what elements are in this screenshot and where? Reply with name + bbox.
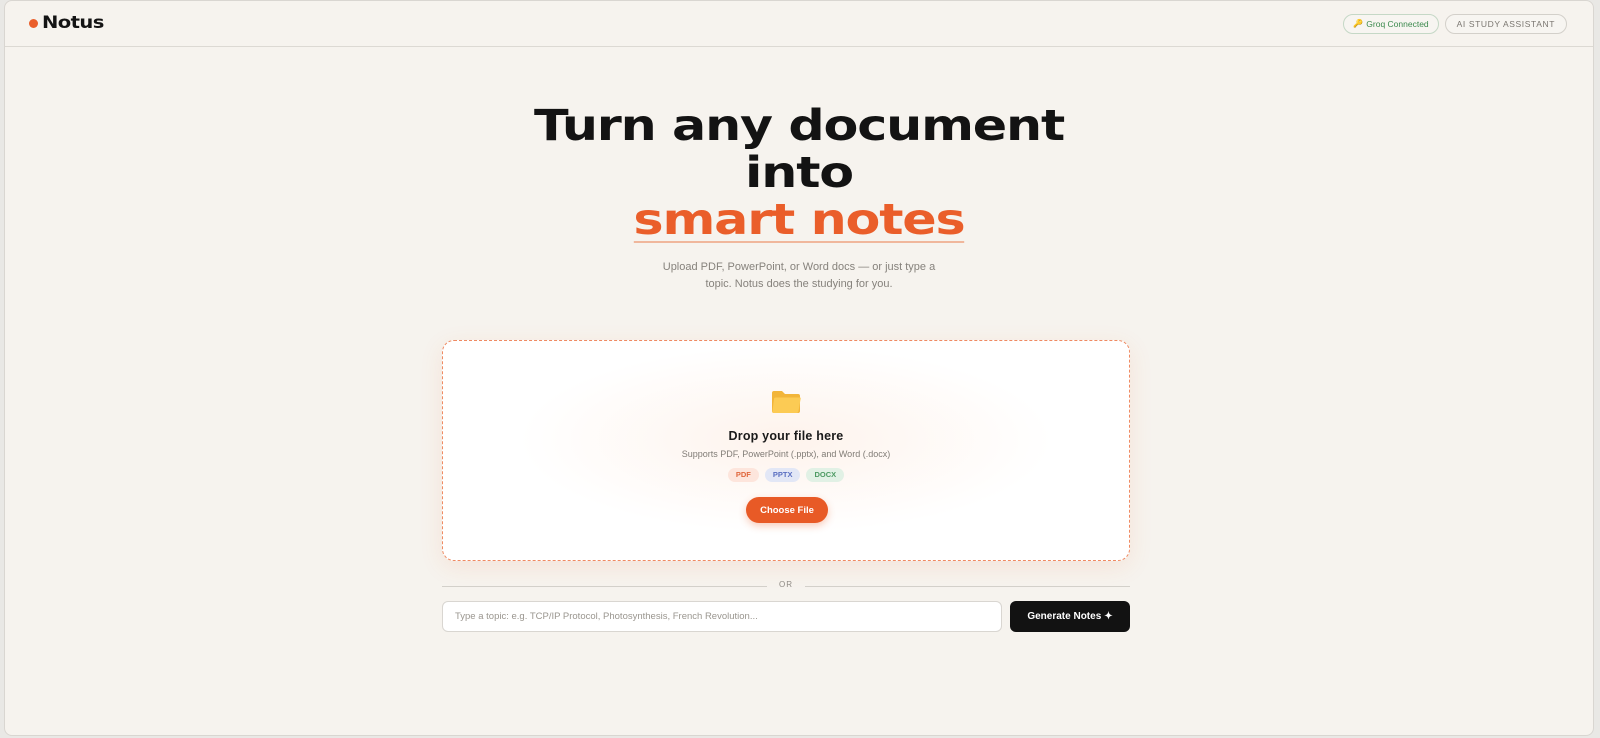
brand-name: Notus [42,13,104,33]
topic-input[interactable] [442,601,1002,632]
pptx-badge: PPTX [764,468,801,482]
header-pills: 🔑 Groq Connected AI STUDY ASSISTANT [1343,14,1567,34]
key-icon: 🔑 [1353,19,1364,28]
pdf-badge: PDF [727,468,759,482]
ai-study-assistant-badge: AI STUDY ASSISTANT [1444,14,1567,34]
file-dropzone[interactable]: Drop your file here Supports PDF, PowerP… [442,340,1130,561]
folder-icon [772,391,801,413]
top-bar: Notus 🔑 Groq Connected AI STUDY ASSISTAN… [5,1,1593,47]
logo-dot-icon [29,18,38,28]
groq-status-badge: 🔑 Groq Connected [1343,14,1439,34]
hero-heading: Turn any document into smart notes [5,103,1593,244]
hero-subtitle-line-2: topic. Notus does the studying for you. [705,278,893,290]
dropzone-subtitle: Supports PDF, PowerPoint (.pptx), and Wo… [681,449,891,459]
hero-line-3: smart notes [5,195,1593,245]
or-label: OR [779,580,793,589]
divider-line-right [805,586,1130,587]
hero-line-2: into [745,148,854,198]
dropzone-title: Drop your file here [728,429,844,443]
choose-file-button[interactable]: Choose File [746,497,828,523]
app-window: Notus 🔑 Groq Connected AI STUDY ASSISTAN… [4,0,1594,736]
brand-logo[interactable]: Notus [29,13,104,33]
hero-subtitle-line-1: Upload PDF, PowerPoint, or Word docs — o… [662,261,936,273]
file-type-badges: PDF PPTX DOCX [443,468,1129,482]
generate-notes-label: Generate Notes [1027,611,1102,622]
docx-badge: DOCX [806,468,845,482]
hero-line-1: Turn any document [533,101,1065,151]
ai-study-assistant-label: AI STUDY ASSISTANT [1456,19,1555,29]
groq-status-label: Groq Connected [1366,19,1429,29]
hero-accent-text: smart notes [633,195,966,245]
or-divider: OR [442,580,1130,592]
sparkle-icon: ✦ [1104,611,1113,622]
generate-notes-button[interactable]: Generate Notes ✦ [1010,601,1130,632]
hero-subtitle: Upload PDF, PowerPoint, or Word docs — o… [5,259,1593,293]
